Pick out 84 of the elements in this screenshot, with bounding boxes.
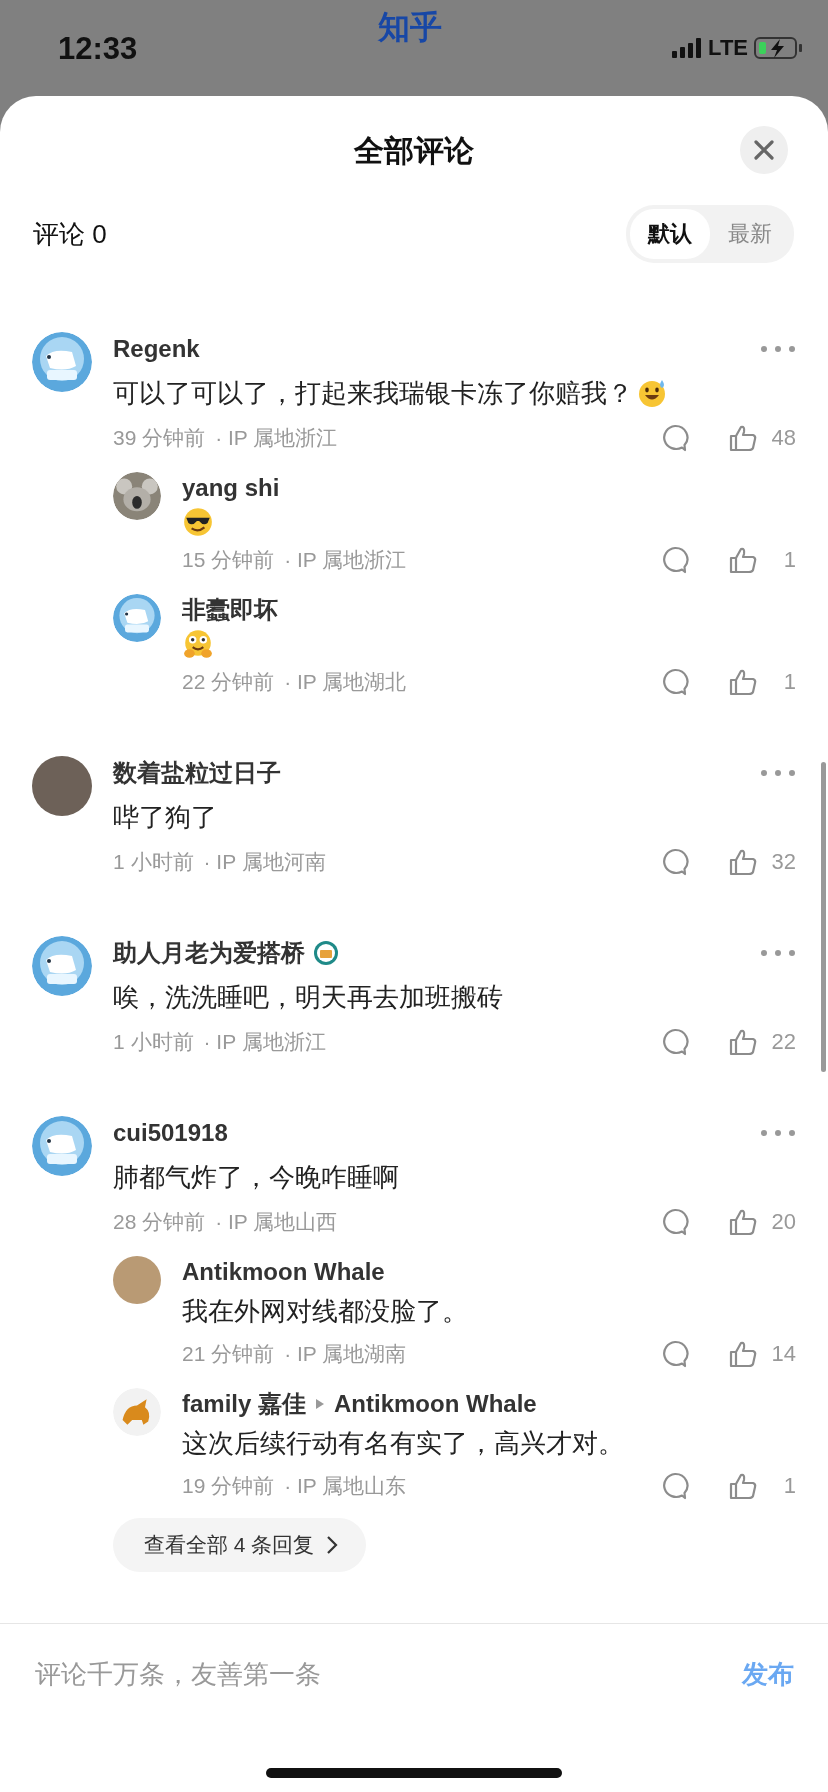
user-name[interactable]: 非蠹即坏 <box>182 594 278 626</box>
ip-location: · IP 属地河南 <box>203 849 326 875</box>
more-icon[interactable] <box>760 1129 796 1137</box>
polar-bear-avatar <box>32 332 92 392</box>
comment-text: 我在外网对线都没脸了。 <box>182 1295 468 1328</box>
ip-location: · IP 属地山西 <box>215 1209 338 1235</box>
comment-time: 21 分钟前 <box>182 1341 275 1367</box>
comment-bubble-icon[interactable] <box>660 1471 690 1501</box>
thumbs-up-icon[interactable] <box>728 1027 758 1057</box>
status-time: 12:33 <box>58 31 138 67</box>
signal-icon <box>672 38 703 58</box>
like-count: 1 <box>782 669 796 695</box>
comment-time: 1 小时前 <box>113 849 194 875</box>
thumbs-up-icon[interactable] <box>728 1207 758 1237</box>
sunglasses-emoji-icon <box>182 506 214 538</box>
comment-bubble-icon[interactable] <box>660 1207 690 1237</box>
polar-bear-avatar <box>113 594 161 642</box>
sheet-title: 全部评论 <box>354 132 474 169</box>
comment-time: 28 分钟前 <box>113 1209 206 1235</box>
ip-location: · IP 属地山东 <box>284 1473 407 1499</box>
hugging-emoji-icon <box>182 628 214 660</box>
network-label: LTE <box>708 35 748 61</box>
comment-bubble-icon[interactable] <box>660 423 690 453</box>
comment-time: 15 分钟前 <box>182 547 275 573</box>
comment-count: 评论 0 <box>33 217 107 251</box>
comment-input-field[interactable]: 评论千万条，友善第一条 <box>33 1657 742 1691</box>
like-count: 32 <box>770 849 796 875</box>
comment-bubble-icon[interactable] <box>660 1027 690 1057</box>
comment-text: 唉，洗洗睡吧，明天再去加班搬砖 <box>113 981 503 1014</box>
close-icon <box>753 139 775 161</box>
more-icon[interactable] <box>760 769 796 777</box>
ip-location: · IP 属地浙江 <box>284 547 407 573</box>
user-name[interactable]: family 嘉佳 <box>182 1388 307 1420</box>
comment-text: 这次后续行动有名有实了，高兴才对。 <box>182 1427 624 1460</box>
comment-bubble-icon[interactable] <box>660 1339 690 1369</box>
comment-bubble-icon[interactable] <box>660 847 690 877</box>
ip-location: · IP 属地湖南 <box>284 1341 407 1367</box>
polar-bear-avatar <box>32 1116 92 1176</box>
comment-bubble-icon[interactable] <box>660 545 690 575</box>
battery-charging-icon <box>754 36 802 60</box>
like-count: 1 <box>782 547 796 573</box>
photo-placeholder <box>32 756 92 816</box>
more-icon[interactable] <box>760 345 796 353</box>
like-count: 14 <box>770 1341 796 1367</box>
user-name[interactable]: Antikmoon Whale <box>182 1258 385 1286</box>
ip-location: · IP 属地浙江 <box>215 425 338 451</box>
comment-text: 哔了狗了 <box>113 801 217 834</box>
sort-tab[interactable]: 默认 <box>630 209 710 259</box>
like-count: 22 <box>770 1029 796 1055</box>
comment-time: 39 分钟前 <box>113 425 206 451</box>
like-count: 1 <box>782 1473 796 1499</box>
thumbs-up-icon[interactable] <box>728 1339 758 1369</box>
badge-icon <box>313 940 339 966</box>
like-count: 48 <box>770 425 796 451</box>
ip-location: · IP 属地湖北 <box>284 669 407 695</box>
thumbs-up-icon[interactable] <box>728 423 758 453</box>
user-name[interactable]: cui501918 <box>113 1119 228 1147</box>
more-icon[interactable] <box>760 949 796 957</box>
thumbs-up-icon[interactable] <box>728 1471 758 1501</box>
comment-bubble-icon[interactable] <box>660 667 690 697</box>
reply-target-name[interactable]: Antikmoon Whale <box>334 1390 537 1418</box>
comment-text: 肺都气炸了，今晚咋睡啊 <box>113 1161 399 1194</box>
comment-time: 22 分钟前 <box>182 669 275 695</box>
photo-placeholder <box>113 1256 161 1304</box>
user-name[interactable]: 数着盐粒过日子 <box>113 757 281 789</box>
like-count: 20 <box>770 1209 796 1235</box>
close-button[interactable] <box>740 126 788 174</box>
user-name[interactable]: Regenk <box>113 335 200 363</box>
thumbs-up-icon[interactable] <box>728 545 758 575</box>
view-all-replies-button[interactable]: 查看全部 4 条回复 <box>113 1518 367 1572</box>
user-name[interactable]: 助人月老为爱搭桥 <box>113 937 305 969</box>
thumbs-up-icon[interactable] <box>728 847 758 877</box>
user-name[interactable]: yang shi <box>182 474 280 502</box>
app-label: 知乎 <box>378 8 442 47</box>
chevron-right-icon <box>326 1535 339 1555</box>
comment-time: 19 分钟前 <box>182 1473 275 1499</box>
polar-bear-avatar <box>32 936 92 996</box>
grinning-sweat-emoji-icon <box>637 378 667 408</box>
bull-avatar <box>113 1388 161 1436</box>
ip-location: · IP 属地浙江 <box>203 1029 326 1055</box>
thumbs-up-icon[interactable] <box>728 667 758 697</box>
koala-avatar <box>113 472 161 520</box>
comment-time: 1 小时前 <box>113 1029 194 1055</box>
comment-text: 可以了可以了，打起来我瑞银卡冻了你赔我？ <box>113 377 633 410</box>
